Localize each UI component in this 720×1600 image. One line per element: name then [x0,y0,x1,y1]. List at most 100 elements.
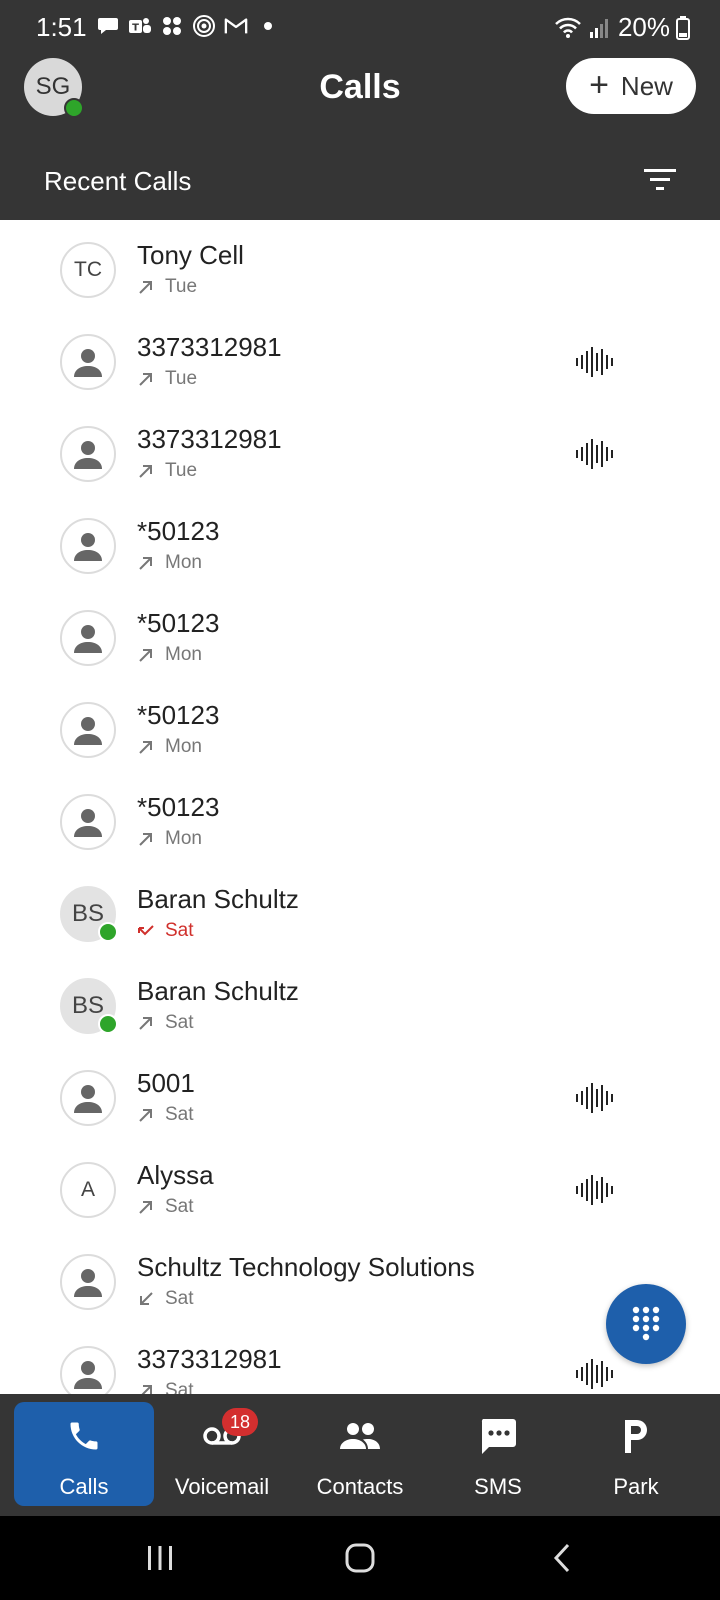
call-row[interactable]: 3373312981 Tue [0,312,720,404]
call-meta: Tue [137,368,197,390]
voicemail-waveform-icon[interactable] [574,1356,614,1392]
svg-text:T: T [132,23,139,34]
nav-sms[interactable]: SMS [428,1402,568,1506]
call-row[interactable]: A Alyssa Sat [0,1140,720,1232]
contact-avatar [60,1346,116,1394]
battery-icon [676,15,690,40]
call-day: Mon [165,828,202,849]
dialpad-button[interactable] [606,1284,686,1364]
contact-avatar: TC [60,242,116,298]
nav-contacts-label: Contacts [316,1474,404,1499]
back-button[interactable] [540,1538,584,1578]
call-row[interactable]: BS Baran Schultz Sat [0,956,720,1048]
person-icon [74,1085,102,1113]
status-bar: 1:51 T 20% [0,0,720,54]
nav-contacts[interactable]: Contacts [290,1402,430,1506]
nav-park-label: Park [613,1474,659,1499]
call-day: Sat [165,1196,194,1217]
call-row[interactable]: BS Baran Schultz Sat [0,864,720,956]
section-title: Recent Calls [44,166,192,196]
contacts-icon [340,1423,380,1449]
contact-name: Baran Schultz [137,884,299,914]
call-row[interactable]: *50123 Mon [0,680,720,772]
voicemail-waveform-icon[interactable] [574,436,614,472]
contact-avatar [60,518,116,574]
contact-name: 3373312981 [137,424,282,454]
voicemail-waveform-icon[interactable] [574,344,614,380]
nav-voicemail[interactable]: 18 Voicemail [152,1402,292,1506]
incoming-call-icon [140,1292,153,1305]
status-time: 1:51 [36,12,87,42]
nav-park[interactable]: Park [566,1402,706,1506]
person-icon [74,441,102,469]
person-icon [74,625,102,653]
chat-bubble-icon [96,14,120,38]
call-meta: Sat [137,1380,194,1394]
new-button-label: New [620,70,673,101]
filter-icon[interactable] [642,166,678,194]
nav-voicemail-label: Voicemail [174,1474,270,1499]
person-icon [74,349,102,377]
outgoing-call-icon [139,281,152,294]
call-row[interactable]: 3373312981 Tue [0,404,720,496]
call-day: Tue [165,460,198,481]
cell-signal-icon [589,18,608,38]
avatar-initials: A [80,1178,95,1201]
avatar-initials: BS [71,992,104,1019]
contact-avatar [60,794,116,850]
outgoing-call-icon [139,833,152,846]
call-day: Mon [165,644,202,665]
voicemail-waveform-icon[interactable] [574,1172,614,1208]
person-icon [74,1269,102,1297]
nav-calls[interactable]: Calls [14,1402,154,1506]
voicemail-waveform-icon[interactable] [574,1080,614,1116]
notification-icons: T [96,14,280,38]
recent-apps-button[interactable] [138,1538,182,1578]
presence-indicator [98,1014,118,1034]
new-call-button[interactable]: + New [566,58,696,114]
nav-calls-label: Calls [59,1474,109,1499]
person-icon [74,533,102,561]
call-meta: Sat [137,1288,194,1310]
recent-apps-icon [148,1546,172,1570]
signal-icon [192,14,216,38]
outgoing-call-icon [139,465,152,478]
contact-name: *50123 [137,700,220,730]
contact-name: 3373312981 [137,332,282,362]
teams-icon: T [128,14,152,38]
outgoing-call-icon [139,649,152,662]
call-row[interactable]: *50123 Mon [0,588,720,680]
call-meta: Mon [137,552,202,574]
wifi-icon [555,17,581,38]
call-day: Tue [165,276,198,297]
home-button[interactable] [338,1538,382,1578]
contact-name: *50123 [137,608,220,638]
outgoing-call-icon [141,1385,152,1394]
call-row[interactable]: *50123 Mon [0,496,720,588]
call-meta: Sat [137,1012,194,1034]
call-row[interactable]: *50123 Mon [0,772,720,864]
back-icon [553,1543,570,1573]
home-icon [345,1543,375,1573]
outgoing-call-icon [139,373,152,386]
outgoing-call-icon [139,741,152,754]
call-day: Sat [165,1380,194,1394]
nav-sms-label: SMS [474,1474,522,1499]
call-day: Mon [165,736,202,757]
contact-name: *50123 [137,516,220,546]
recent-calls-list[interactable]: TC Tony Cell Tue 3373312981 Tue 3373312981 Tue… [0,220,720,1394]
call-meta: Sat [137,1104,194,1126]
contact-avatar [60,426,116,482]
call-day: Tue [165,368,198,389]
contact-avatar [60,334,116,390]
missed-call-icon [138,925,154,936]
call-day: Sat [165,1012,194,1033]
contact-avatar [60,1070,116,1126]
call-row[interactable]: TC Tony Cell Tue [0,220,720,312]
gmail-icon [224,14,248,38]
call-row[interactable]: 5001 Sat [0,1048,720,1140]
presence-indicator [98,922,118,942]
dot-icon [256,14,280,38]
dialpad-icon [632,1306,660,1341]
person-icon [74,809,102,837]
